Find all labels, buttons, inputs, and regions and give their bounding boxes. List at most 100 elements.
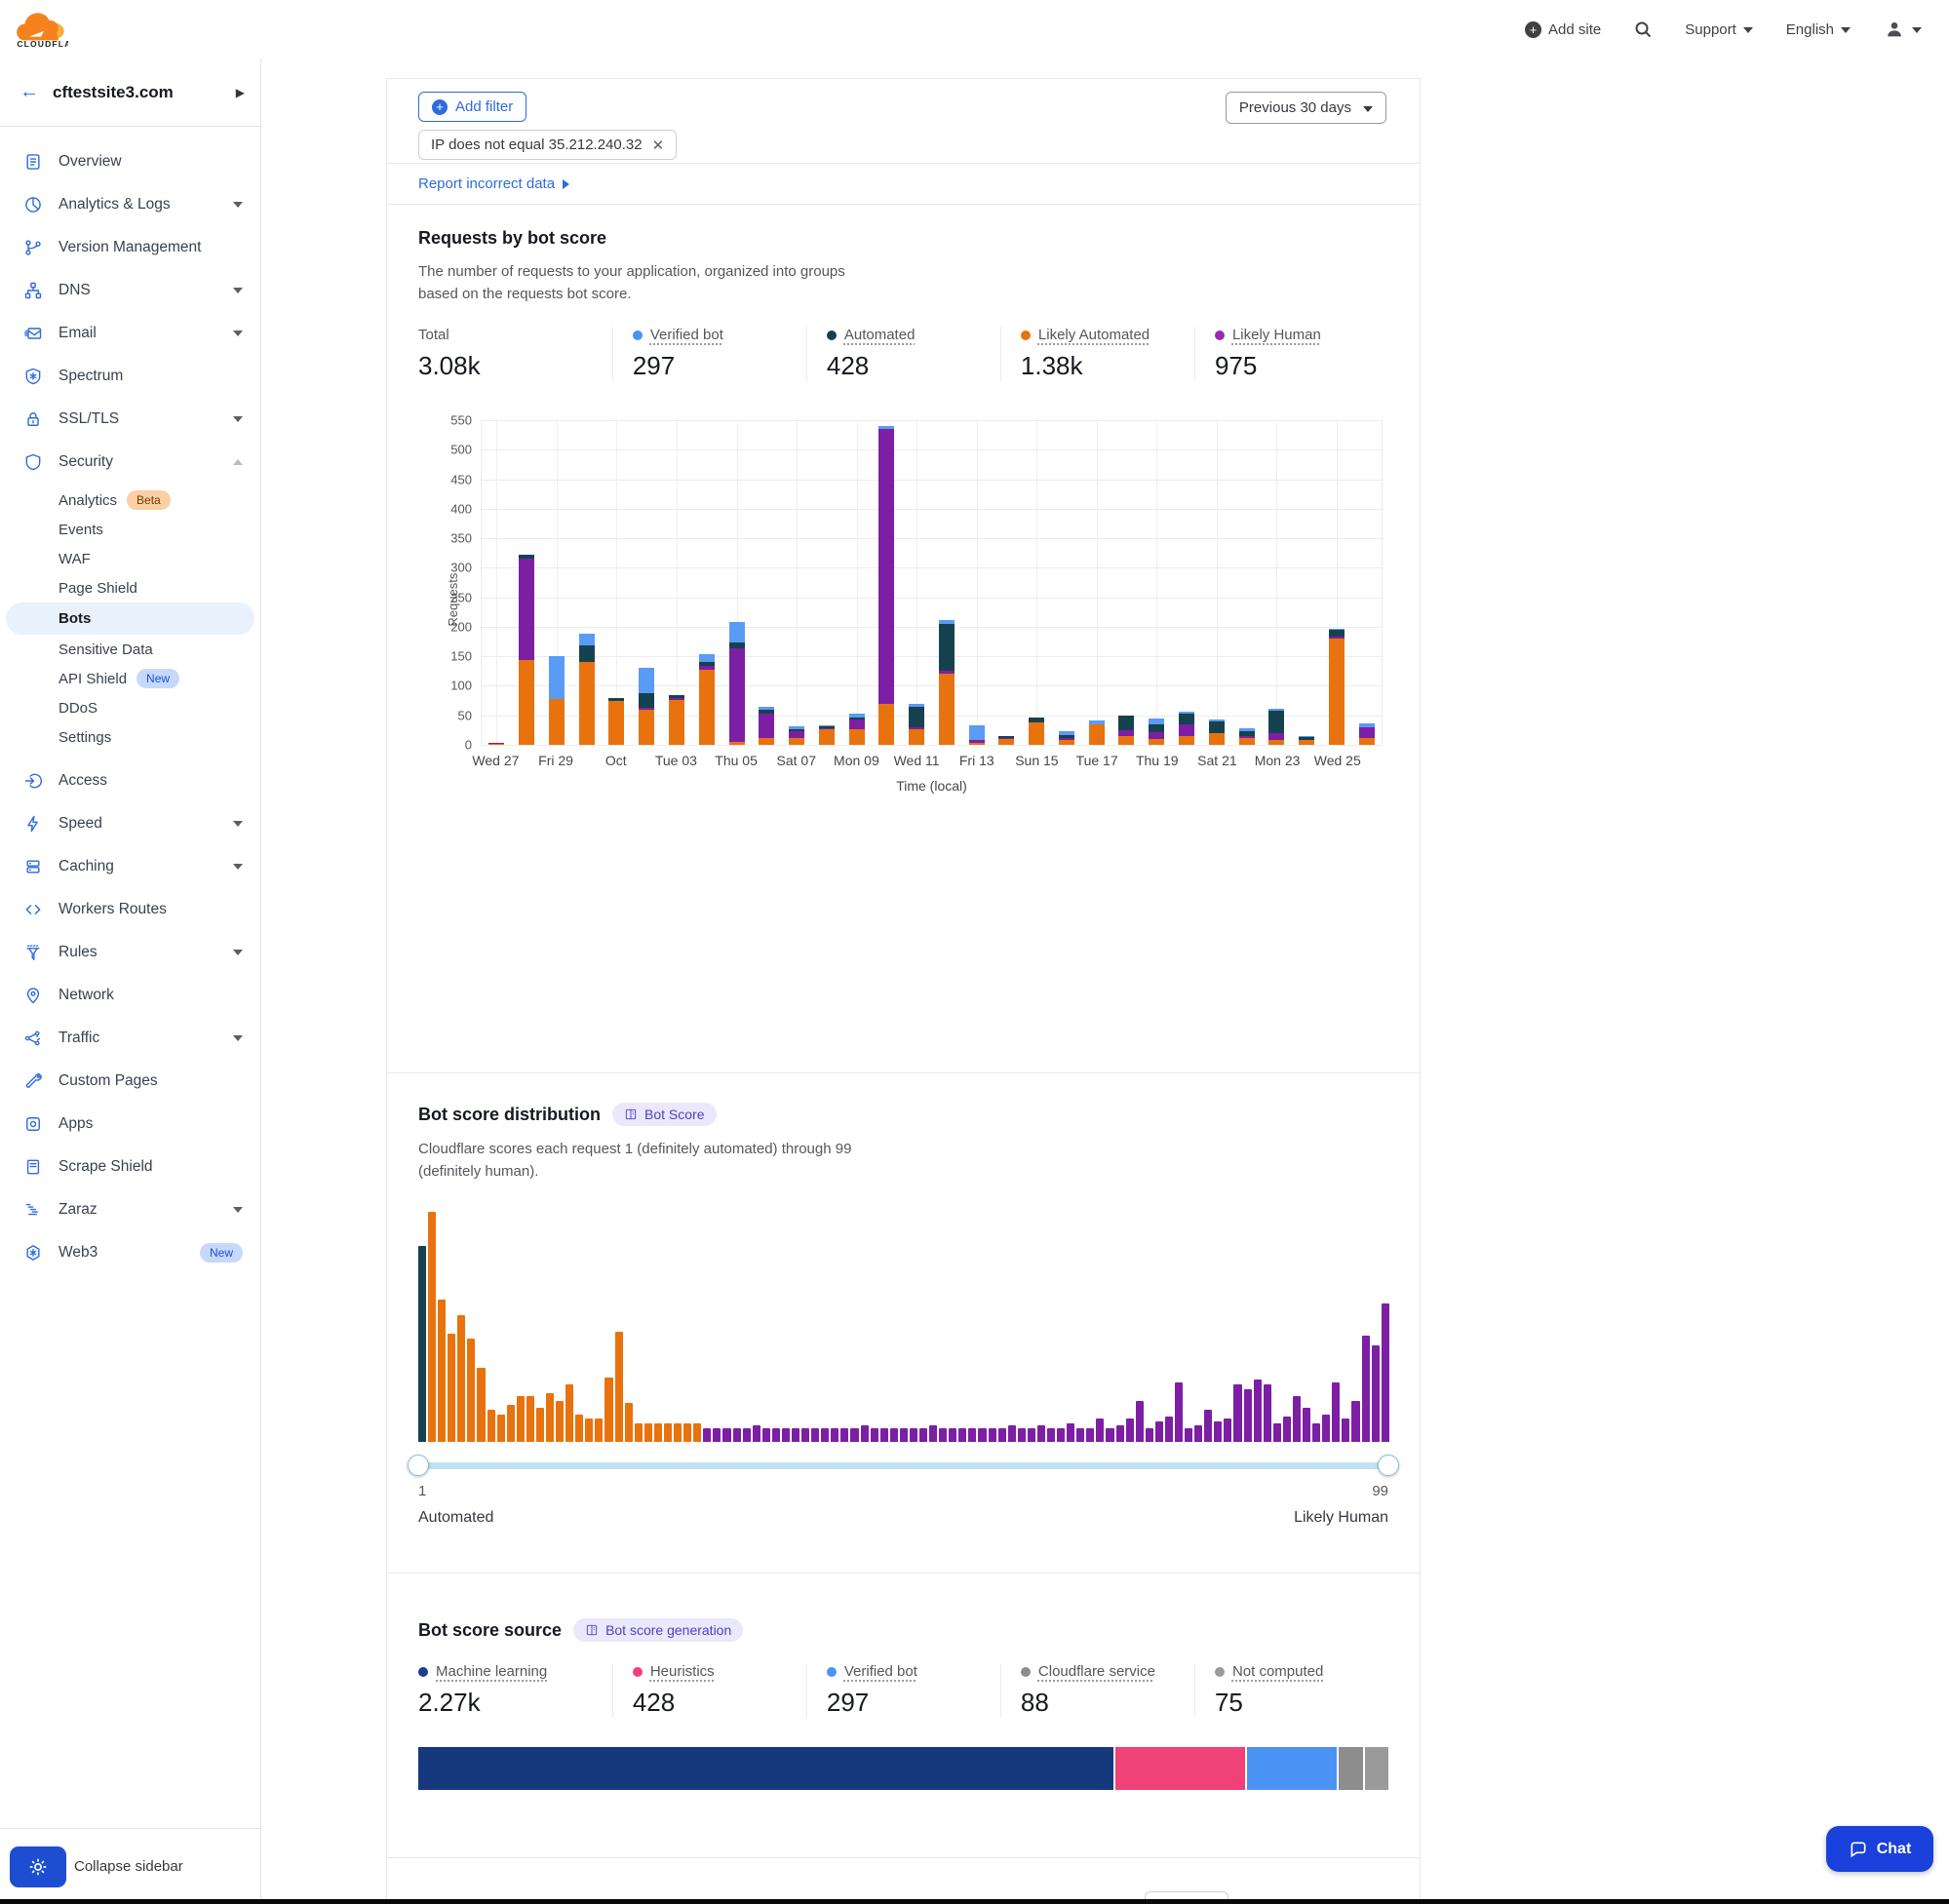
sidebar-item-traffic[interactable]: Traffic	[0, 1017, 260, 1060]
stacked-bar	[1149, 719, 1164, 745]
sidebar-item-custom-pages[interactable]: Custom Pages	[0, 1060, 260, 1103]
stat-label[interactable]: Verified bot	[650, 327, 723, 343]
bar-segment-likely-automated	[849, 729, 865, 745]
sidebar-item-label: Bots	[58, 610, 91, 627]
chat-button[interactable]: Chat	[1826, 1826, 1933, 1872]
histogram-bar-score-10	[507, 1405, 515, 1442]
slider-max-value: 99	[1372, 1483, 1388, 1499]
legend-dot-icon	[827, 330, 837, 340]
sidebar-item-events[interactable]: Events	[0, 515, 260, 544]
sidebar-item-waf[interactable]: WAF	[0, 544, 260, 573]
support-menu[interactable]: Support	[1685, 21, 1753, 38]
sidebar-item-analytics[interactable]: AnalyticsBeta	[0, 486, 260, 515]
sidebar-item-label: Email	[58, 325, 217, 342]
stat-label[interactable]: Heuristics	[650, 1663, 715, 1680]
sidebar-item-speed[interactable]: Speed	[0, 802, 260, 845]
stat-label[interactable]: Cloudflare service	[1038, 1663, 1155, 1680]
bar-segment-likely-automated	[1118, 736, 1134, 745]
histogram-bar-score-40	[801, 1428, 809, 1442]
site-name[interactable]: cftestsite3.com	[53, 83, 222, 102]
sidebar-item-label: Network	[58, 987, 243, 1004]
back-arrow-icon[interactable]: ←	[19, 81, 39, 103]
bar-segment-likely-automated	[819, 729, 835, 745]
language-menu[interactable]: English	[1786, 21, 1851, 38]
histogram-bar-score-22	[625, 1403, 633, 1442]
chevron-down-icon	[233, 202, 243, 208]
sidebar-item-network[interactable]: Network	[0, 974, 260, 1017]
search-button[interactable]	[1634, 20, 1652, 38]
stat-label[interactable]: Likely Automated	[1038, 327, 1150, 343]
sidebar-item-api-shield[interactable]: API ShieldNew	[0, 664, 260, 693]
histogram-bar-score-21	[615, 1332, 623, 1442]
stat-label[interactable]: Not computed	[1232, 1663, 1323, 1680]
stacked-bar	[878, 426, 894, 745]
bar-segment-automated	[639, 693, 654, 708]
sidebar-item-label: Page Shield	[58, 580, 137, 597]
cloudflare-logo[interactable]: CLOUDFLARE	[16, 11, 68, 48]
report-incorrect-data-link[interactable]: Report incorrect data	[418, 175, 569, 192]
add-filter-button[interactable]: + Add filter	[418, 92, 526, 122]
sidebar-item-page-shield[interactable]: Page Shield	[0, 573, 260, 602]
sidebar-item-apps[interactable]: Apps	[0, 1103, 260, 1146]
date-range-dropdown[interactable]: Previous 30 days	[1226, 92, 1386, 124]
histogram-bar-score-94	[1332, 1382, 1340, 1442]
legend-dot-icon	[1215, 330, 1225, 340]
slider-handle-max[interactable]	[1378, 1455, 1399, 1476]
bot-score-generation-badge[interactable]: Bot score generation	[573, 1618, 743, 1642]
requests-card-title: Requests by bot score	[418, 228, 1388, 249]
sidebar-item-workers-routes[interactable]: Workers Routes	[0, 888, 260, 931]
bot-score-badge[interactable]: Bot Score	[612, 1103, 716, 1126]
stacked-bar	[519, 555, 534, 745]
stat-label[interactable]: Automated	[844, 327, 916, 343]
histogram-bar-score-19	[595, 1418, 603, 1442]
sidebar-item-analytics-logs[interactable]: Analytics & Logs	[0, 183, 260, 226]
sidebar-item-ssl-tls[interactable]: SSL/TLS	[0, 398, 260, 441]
slider-track[interactable]	[418, 1462, 1388, 1469]
sidebar-item-email[interactable]: Email	[0, 312, 260, 355]
histogram-bar-score-12	[526, 1396, 534, 1442]
histogram-bar-score-53	[929, 1425, 937, 1442]
requests-by-bot-score-card: Requests by bot score The number of requ…	[387, 205, 1420, 1073]
chevron-right-icon[interactable]: ▶	[236, 86, 245, 99]
sidebar-item-rules[interactable]: Rules	[0, 931, 260, 974]
stat-value: 297	[633, 351, 806, 381]
settings-gear-button[interactable]	[10, 1846, 66, 1887]
stacked-bar	[969, 725, 985, 745]
bar-segment-likely-automated	[488, 744, 504, 745]
cloudflare-cloud-icon: CLOUDFLARE	[16, 11, 68, 48]
sidebar-item-spectrum[interactable]: Spectrum	[0, 355, 260, 398]
collapse-sidebar-button[interactable]: Collapse sidebar	[74, 1858, 183, 1875]
stat-label[interactable]: Likely Human	[1232, 327, 1321, 343]
histogram-bar-score-93	[1322, 1415, 1330, 1442]
sidebar-item-settings[interactable]: Settings	[0, 722, 260, 752]
add-site-button[interactable]: + Add site	[1525, 21, 1601, 38]
sidebar-item-access[interactable]: Access	[0, 759, 260, 802]
stat-label[interactable]: Machine learning	[436, 1663, 547, 1680]
sidebar-item-web3[interactable]: Web3New	[0, 1231, 260, 1274]
sidebar-item-overview[interactable]: Overview	[0, 140, 260, 183]
sidebar-item-caching[interactable]: Caching	[0, 845, 260, 888]
source-segment-cloudflare-service	[1339, 1747, 1366, 1790]
analytics-icon	[23, 195, 43, 214]
sidebar-item-ddos[interactable]: DDoS	[0, 693, 260, 722]
sidebar-item-scrape-shield[interactable]: Scrape Shield	[0, 1146, 260, 1188]
x-tick-label: Thu 19	[1136, 753, 1179, 768]
sidebar-item-version-management[interactable]: Version Management	[0, 226, 260, 269]
bar-segment-verified-bot	[729, 622, 745, 642]
sidebar-item-security[interactable]: Security	[0, 441, 260, 484]
sidebar-item-bots[interactable]: Bots	[6, 602, 254, 635]
stacked-bar	[998, 736, 1014, 745]
sidebar-item-sensitive-data[interactable]: Sensitive Data	[0, 635, 260, 664]
remove-filter-icon[interactable]: ✕	[652, 136, 665, 154]
sidebar-item-zaraz[interactable]: Zaraz	[0, 1188, 260, 1231]
histogram-bar-score-59	[989, 1428, 996, 1442]
bot-score-histogram	[418, 1212, 1388, 1442]
bar-segment-verified-bot	[969, 725, 985, 740]
sidebar-item-dns[interactable]: DNS	[0, 269, 260, 312]
histogram-bar-score-8	[487, 1410, 495, 1442]
bar-segment-likely-human	[1268, 733, 1284, 740]
slider-handle-min[interactable]	[408, 1455, 429, 1476]
account-menu[interactable]	[1884, 19, 1922, 40]
stat-label[interactable]: Verified bot	[844, 1663, 917, 1680]
top-header: CLOUDFLARE + Add site Support English	[0, 0, 1949, 58]
